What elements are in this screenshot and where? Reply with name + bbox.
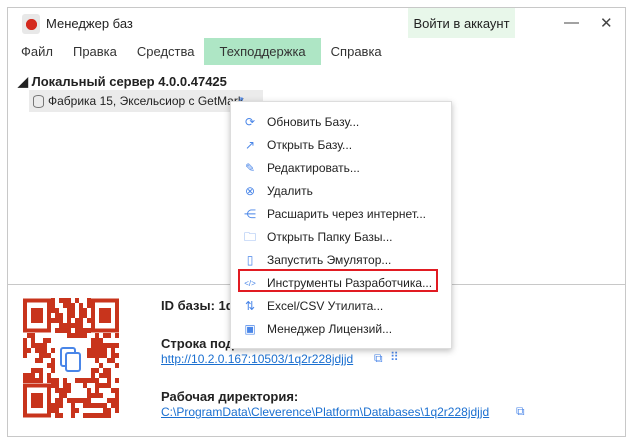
pencil-icon: ✎ [244,161,256,175]
label: Запустить Эмулятор... [267,253,392,267]
label: Инструменты Разработчика... [267,276,433,290]
label: Открыть Базу... [267,138,353,152]
label: Обновить Базу... [267,115,360,129]
menu-item-open[interactable]: ↗ Открыть Базу... [231,134,451,157]
folder-icon: 🗀 [243,230,256,244]
label: Редактировать... [267,161,360,175]
context-menu: ⟳ Обновить Базу... ↗ Открыть Базу... ✎ Реда… [230,101,452,349]
menu-item-emulator[interactable]: ▯ Запустить Эмулятор... [231,249,451,272]
menu-item-dev-tools[interactable]: </> Инструменты Разработчика... [231,272,451,295]
minimize-icon[interactable]: — [564,14,579,31]
menu-item-delete[interactable]: ⊗ Удалить [231,180,451,203]
copy-icon[interactable]: ⧉ [516,404,525,419]
menu-item-open-folder[interactable]: 🗀 Открыть Папку Базы... [231,226,451,249]
code-icon: </> [244,279,256,288]
database-icon [33,95,44,108]
database-name: Фабрика 15, Эксельсиор с GetMark [48,94,244,108]
working-dir-label: Рабочая директория: [161,389,299,404]
phone-icon: ▯ [246,253,254,267]
menu-help[interactable]: Справка [321,38,392,65]
db-id-label: ID базы: 1q2 [161,298,241,313]
window-title: Менеджер баз [46,16,133,31]
menu-file[interactable]: Файл [11,38,63,65]
label: Расшарить через интернет... [267,207,426,221]
delete-icon: ⊗ [244,184,256,198]
import-export-icon: ⇅ [244,299,256,313]
open-external-icon: ↗ [244,138,256,152]
copy-icon[interactable]: ⧉ [374,351,383,366]
app-gear-icon [22,14,40,34]
menu-bar: Файл Правка Средства Техподдержка Справк… [8,38,392,65]
label: Открыть Папку Базы... [267,230,393,244]
label: Удалить [267,184,313,198]
menu-item-edit[interactable]: ✎ Редактировать... [231,157,451,180]
connection-string-label: Строка подк [161,336,241,351]
license-icon: ▣ [244,322,256,336]
working-dir-link[interactable]: C:\ProgramData\Cleverence\Platform\Datab… [161,405,489,419]
label: Excel/CSV Утилита... [267,299,384,313]
close-icon[interactable]: ✕ [600,14,613,32]
menu-item-share[interactable]: ⋲ Расшарить через интернет... [231,203,451,226]
tree-server-node[interactable]: ◢ Локальный сервер 4.0.0.47425 [18,74,227,90]
qr-code [23,298,119,418]
menu-item-refresh[interactable]: ⟳ Обновить Базу... [231,111,451,134]
login-button[interactable]: Войти в аккаунт [408,8,515,38]
title-bar: Менеджер баз Войти в аккаунт — ✕ [8,8,625,38]
refresh-icon: ⟳ [244,115,256,129]
tree-database-item[interactable]: Фабрика 15, Эксельсиор с GetMark ↗ [29,90,263,112]
menu-item-license-manager[interactable]: ▣ Менеджер Лицензий... [231,318,451,341]
menu-tools[interactable]: Средства [127,38,205,65]
menu-support[interactable]: Техподдержка [204,38,321,65]
share-icon: ⋲ [244,207,256,221]
label: Менеджер Лицензий... [267,322,393,336]
connection-url-link[interactable]: http://10.2.0.167:10503/1q2r228jdjjd [161,352,353,366]
menu-item-excel-csv[interactable]: ⇅ Excel/CSV Утилита... [231,295,451,318]
menu-edit[interactable]: Правка [63,38,127,65]
qr-grid-icon[interactable]: ⠿ [390,350,399,364]
